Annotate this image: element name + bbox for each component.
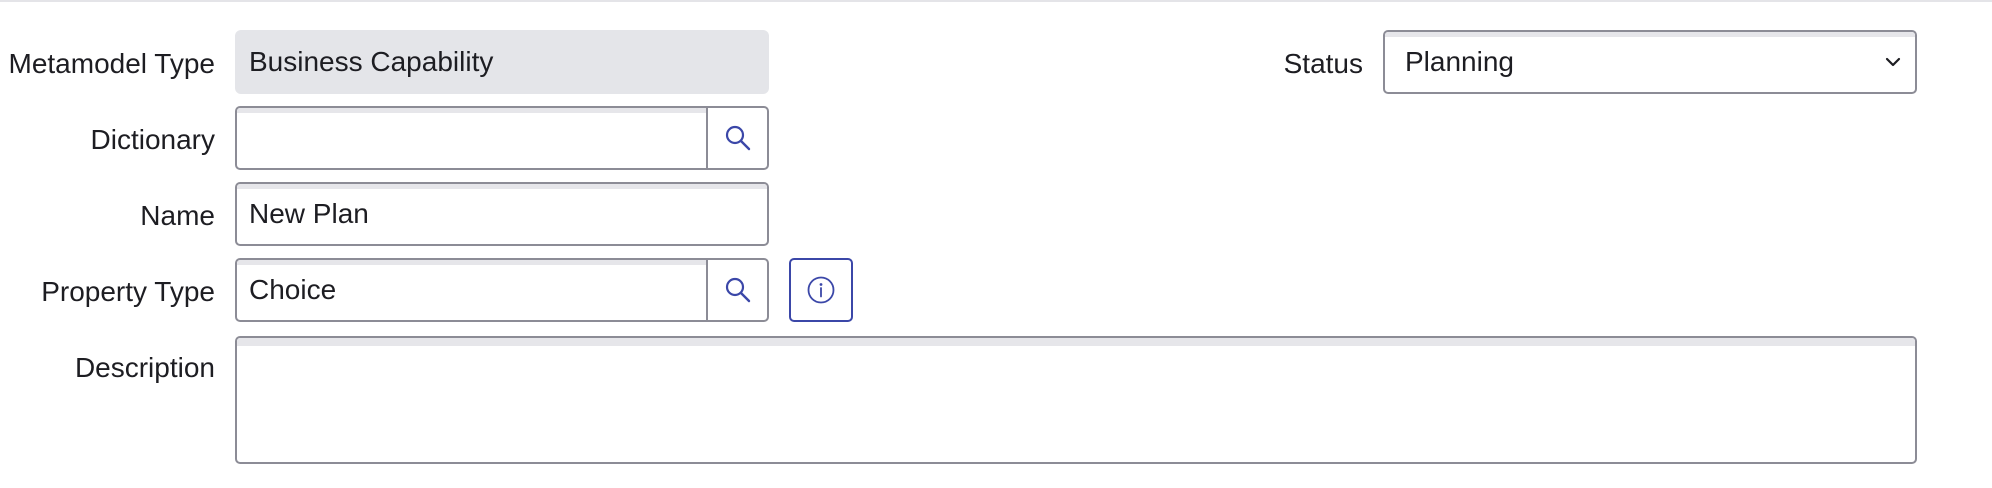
description-label: Description (74, 352, 215, 383)
metamodel-type-value: Business Capability (249, 46, 494, 77)
search-icon (725, 277, 750, 303)
property-type-value: Choice (249, 274, 337, 305)
name-value: New Plan (249, 198, 369, 229)
dictionary-lookup-button[interactable] (706, 106, 769, 170)
status-selected-value: Planning (1405, 46, 1514, 77)
metamodel-type-label: Metamodel Type (8, 48, 216, 79)
status-select[interactable]: Planning (1383, 30, 1917, 94)
top-divider (0, 0, 1992, 2)
property-type-label: Property Type (41, 276, 215, 307)
search-icon (725, 125, 750, 151)
status-label: Status (1283, 48, 1363, 79)
dictionary-input[interactable] (235, 106, 708, 170)
metamodel-type-field: Business Capability (235, 30, 769, 94)
property-type-info-button[interactable] (789, 258, 853, 322)
property-type-input[interactable]: Choice (235, 258, 708, 322)
description-textarea-inset (237, 338, 1915, 346)
info-icon (807, 276, 835, 304)
name-input-inset (237, 184, 767, 189)
property-type-input-inset (237, 260, 706, 265)
description-textarea[interactable] (235, 336, 1917, 464)
property-type-lookup-button[interactable] (706, 258, 769, 322)
dictionary-label: Dictionary (90, 124, 215, 155)
name-label: Name (140, 200, 215, 231)
status-select-inset (1385, 32, 1915, 37)
dictionary-input-inset (237, 108, 706, 113)
name-input[interactable]: New Plan (235, 182, 769, 246)
chevron-down-icon (1885, 57, 1901, 67)
